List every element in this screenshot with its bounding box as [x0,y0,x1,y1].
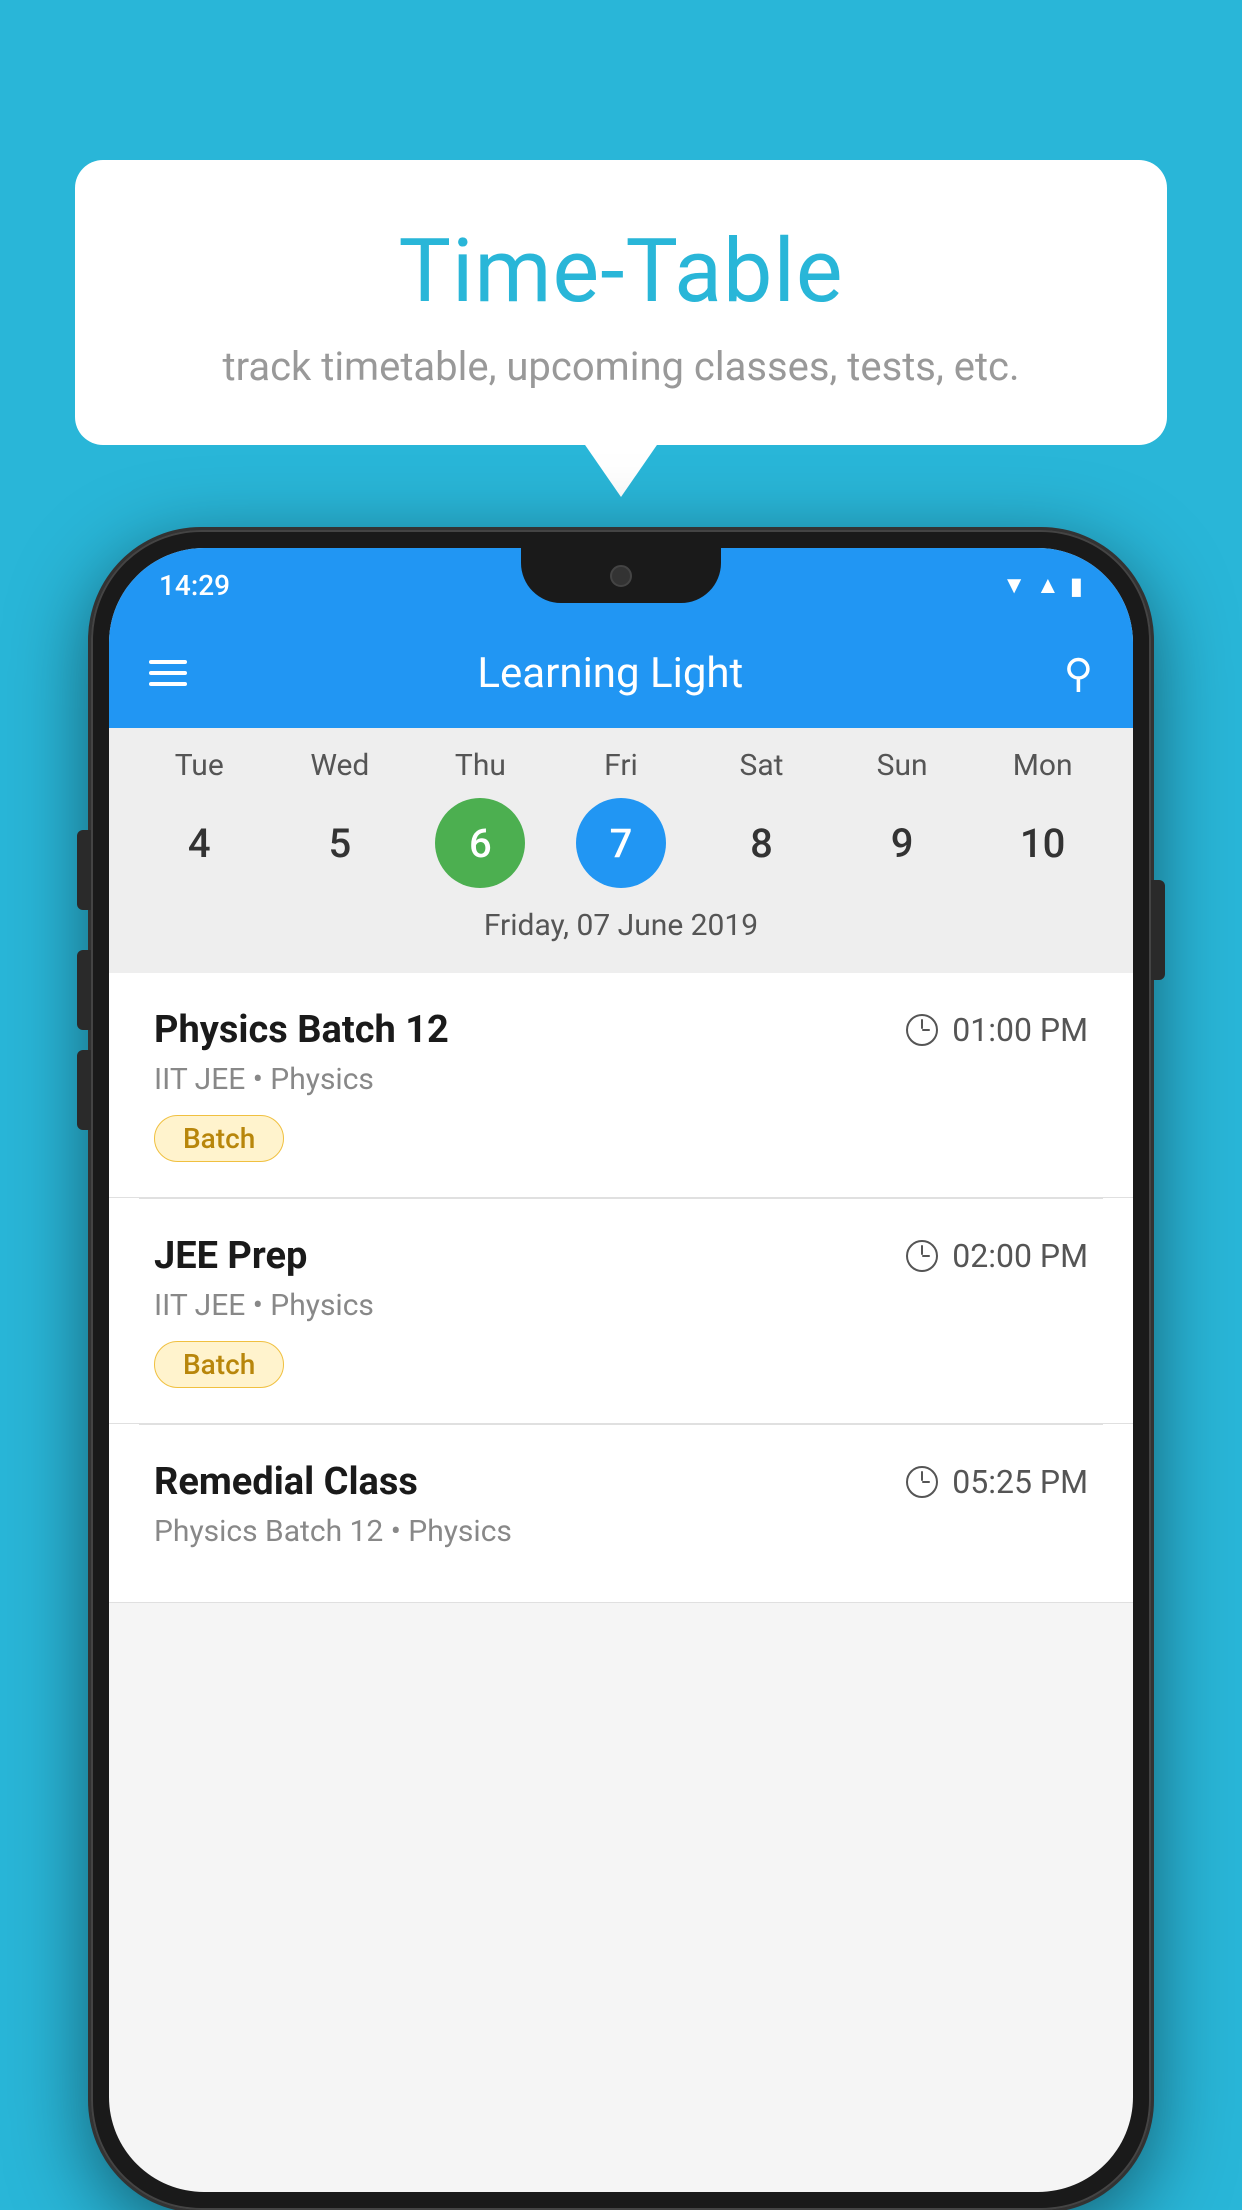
day-header-thu: Thu [420,748,540,783]
day-5[interactable]: 5 [295,798,385,888]
phone-notch [521,548,721,603]
day-4[interactable]: 4 [154,798,244,888]
wifi-icon: ▼ [1002,571,1026,600]
day-header-fri: Fri [561,748,681,783]
phone-frame: 14:29 ▼ ▲ ▮ Learning Light ⚲ [91,530,1151,2210]
schedule-list: Physics Batch 12 01:00 PM IIT JEE • Phys… [109,973,1133,1603]
schedule-item-3-header: Remedial Class 05:25 PM [154,1460,1088,1504]
day-6-today[interactable]: 6 [435,798,525,888]
day-10[interactable]: 10 [998,798,1088,888]
schedule-item-1-badge: Batch [154,1115,284,1162]
speech-bubble-container: Time-Table track timetable, upcoming cla… [75,160,1167,445]
camera [610,565,632,587]
schedule-item-2-badge: Batch [154,1341,284,1388]
schedule-item-3-time: 05:25 PM [906,1463,1088,1501]
signal-icon: ▲ [1036,571,1060,600]
schedule-item-3-title: Remedial Class [154,1460,418,1504]
bubble-title: Time-Table [115,220,1127,323]
schedule-item-2-header: JEE Prep 02:00 PM [154,1234,1088,1278]
day-9[interactable]: 9 [857,798,947,888]
schedule-item-2-title: JEE Prep [154,1234,307,1278]
status-time: 14:29 [159,569,230,602]
schedule-item-3[interactable]: Remedial Class 05:25 PM Physics Batch 12… [109,1425,1133,1603]
search-icon[interactable]: ⚲ [1064,650,1093,697]
day-header-wed: Wed [280,748,400,783]
day-headers: Tue Wed Thu Fri Sat Sun Mon [109,748,1133,793]
hamburger-icon[interactable] [149,660,187,686]
schedule-item-1-title: Physics Batch 12 [154,1008,449,1052]
day-header-tue: Tue [139,748,259,783]
schedule-item-1-time: 01:00 PM [906,1011,1088,1049]
calendar-strip: Tue Wed Thu Fri Sat Sun Mon 4 5 6 7 8 9 … [109,728,1133,973]
phone-container: 14:29 ▼ ▲ ▮ Learning Light ⚲ [91,530,1151,2210]
app-title: Learning Light [217,649,1034,698]
day-header-sun: Sun [842,748,962,783]
battery-icon: ▮ [1070,572,1083,600]
schedule-item-1[interactable]: Physics Batch 12 01:00 PM IIT JEE • Phys… [109,973,1133,1198]
day-header-sat: Sat [702,748,822,783]
day-8[interactable]: 8 [717,798,807,888]
day-7-selected[interactable]: 7 [576,798,666,888]
selected-date: Friday, 07 June 2019 [109,893,1133,963]
app-bar: Learning Light ⚲ [109,618,1133,728]
day-header-mon: Mon [983,748,1103,783]
schedule-item-2[interactable]: JEE Prep 02:00 PM IIT JEE • Physics Batc… [109,1199,1133,1424]
phone-screen: 14:29 ▼ ▲ ▮ Learning Light ⚲ [109,548,1133,2192]
schedule-item-1-meta: IIT JEE • Physics [154,1062,1088,1097]
speech-bubble: Time-Table track timetable, upcoming cla… [75,160,1167,445]
bubble-subtitle: track timetable, upcoming classes, tests… [115,343,1127,390]
schedule-item-1-header: Physics Batch 12 01:00 PM [154,1008,1088,1052]
schedule-item-2-time: 02:00 PM [906,1237,1088,1275]
status-icons: ▼ ▲ ▮ [1002,571,1083,600]
schedule-item-2-meta: IIT JEE • Physics [154,1288,1088,1323]
day-numbers: 4 5 6 7 8 9 10 [109,793,1133,893]
schedule-item-3-meta: Physics Batch 12 • Physics [154,1514,1088,1549]
